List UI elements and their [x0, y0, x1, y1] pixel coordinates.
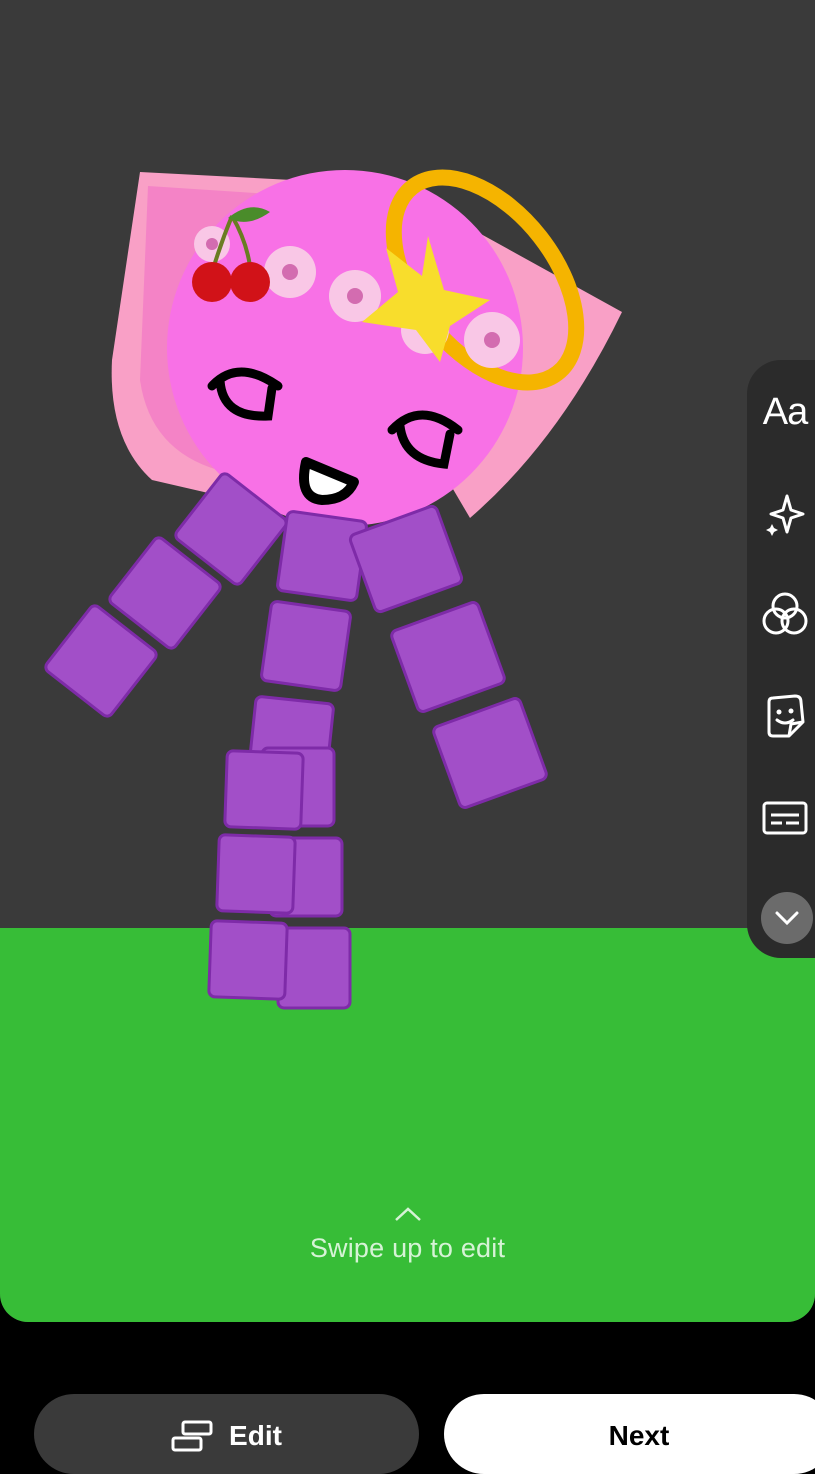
filter-icon [762, 592, 808, 635]
next-button-label: Next [608, 1420, 670, 1451]
video-canvas[interactable]: Swipe up to edit [0, 0, 815, 1322]
block [207, 919, 289, 1001]
text-tool-button[interactable]: Aa [757, 384, 813, 440]
block [260, 600, 352, 692]
filters-button[interactable] [757, 586, 813, 642]
edit-icon [171, 1420, 213, 1452]
character-artwork [44, 169, 622, 1010]
block [276, 926, 352, 1010]
swipe-hint-text: Swipe up to edit [309, 1233, 506, 1263]
edit-button-label: Edit [229, 1420, 282, 1451]
sticker-icon [767, 694, 805, 738]
block [223, 749, 305, 831]
edit-button[interactable]: Edit [34, 1394, 419, 1474]
block [276, 510, 368, 602]
block [215, 833, 297, 915]
collapse-toolbar-button[interactable] [761, 892, 813, 944]
captions-button[interactable] [757, 790, 813, 846]
sparkle-icon [766, 494, 805, 536]
chevron-up-icon [394, 1207, 421, 1221]
chevron-down-icon [775, 911, 799, 926]
next-button[interactable]: Next [444, 1394, 815, 1474]
cherry-right [230, 262, 270, 302]
text-icon: Aa [762, 390, 808, 433]
swipe-up-hint[interactable]: Swipe up to edit [0, 1205, 815, 1264]
cherry-left [192, 262, 232, 302]
block [390, 601, 506, 713]
block [432, 697, 548, 809]
limb-blocks [44, 472, 548, 1010]
effects-button[interactable] [757, 486, 813, 542]
flower-2 [264, 246, 316, 298]
flower-5 [464, 312, 520, 368]
captions-icon [762, 801, 808, 835]
stickers-button[interactable] [757, 688, 813, 744]
edit-toolbar: Aa [747, 360, 815, 958]
